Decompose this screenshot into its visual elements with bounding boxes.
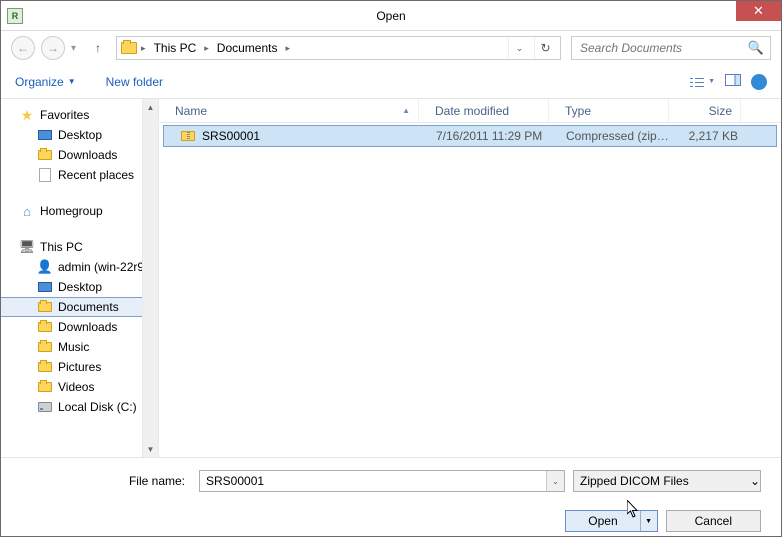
chevron-right-icon[interactable]: ▸ [141, 43, 146, 54]
tree-music[interactable]: Music [1, 337, 158, 357]
app-icon: R [7, 8, 23, 24]
nav-bar: ← → ▾ ↑ ▸ This PC ▸ Documents ▸ ⌄ ↻ 🔍 [1, 31, 781, 65]
tree-favorites[interactable]: ★Favorites [1, 105, 158, 125]
help-button[interactable]: ? [751, 74, 767, 90]
desktop-icon [37, 279, 53, 295]
address-bar[interactable]: ▸ This PC ▸ Documents ▸ ⌄ ↻ [116, 36, 561, 60]
computer-icon: 🖥 [19, 239, 35, 255]
tree-desktop2[interactable]: Desktop [1, 277, 158, 297]
column-type[interactable]: Type [549, 99, 669, 122]
chevron-right-icon[interactable]: ▸ [204, 43, 209, 54]
close-button[interactable]: ✕ [736, 1, 781, 21]
navigation-tree[interactable]: ★Favorites Desktop Downloads Recent plac… [1, 99, 159, 457]
folder-icon [37, 359, 53, 375]
search-input[interactable] [578, 40, 748, 56]
cell-type: Compressed (zipp... [550, 129, 670, 143]
tree-downloads2[interactable]: Downloads [1, 317, 158, 337]
homegroup-icon: ⌂ [19, 203, 35, 219]
title-bar: R Open ✕ [1, 1, 781, 31]
preview-pane-button[interactable] [725, 74, 741, 89]
chevron-right-icon[interactable]: ▸ [285, 43, 290, 54]
cancel-button[interactable]: Cancel [666, 510, 761, 532]
column-headers: Name▲ Date modified Type Size [159, 99, 781, 123]
filetype-combo[interactable]: Zipped DICOM Files ⌄ [573, 470, 761, 492]
folder-icon [37, 379, 53, 395]
chevron-down-icon: ▼ [68, 77, 76, 86]
column-name[interactable]: Name▲ [159, 99, 419, 122]
search-icon[interactable]: 🔍 [748, 40, 764, 56]
organize-button[interactable]: Organize▼ [15, 75, 76, 89]
folder-icon [37, 299, 53, 315]
tree-pictures[interactable]: Pictures [1, 357, 158, 377]
disk-icon [37, 399, 53, 415]
breadcrumb-thispc[interactable]: This PC [150, 41, 201, 55]
dialog-footer: File name: ⌄ Zipped DICOM Files ⌄ Open ▼… [1, 457, 781, 546]
cell-size: 2,217 KB [670, 129, 738, 143]
refresh-button[interactable]: ↻ [534, 37, 556, 59]
recent-icon [37, 167, 53, 183]
file-list[interactable]: Name▲ Date modified Type Size SRS00001 7… [159, 99, 781, 457]
filename-label: File name: [21, 474, 191, 488]
tree-thispc[interactable]: 🖥This PC [1, 237, 158, 257]
tree-downloads[interactable]: Downloads [1, 145, 158, 165]
folder-icon [121, 42, 137, 54]
tree-recent[interactable]: Recent places [1, 165, 158, 185]
window-title: Open [376, 9, 405, 23]
column-date[interactable]: Date modified [419, 99, 549, 122]
toolbar: Organize▼ New folder ▼ ? [1, 65, 781, 99]
folder-icon [37, 147, 53, 163]
back-button[interactable]: ← [11, 36, 35, 60]
tree-documents[interactable]: Documents [1, 297, 158, 317]
main-area: ★Favorites Desktop Downloads Recent plac… [1, 99, 781, 457]
view-options-button[interactable]: ▼ [689, 76, 715, 88]
tree-videos[interactable]: Videos [1, 377, 158, 397]
history-dropdown-icon[interactable]: ▾ [71, 43, 76, 54]
tree-scrollbar[interactable]: ▲ ▼ [142, 99, 158, 457]
breadcrumb-documents[interactable]: Documents [213, 41, 282, 55]
filename-dropdown-button[interactable]: ⌄ [546, 471, 564, 491]
user-icon: 👤 [37, 259, 53, 275]
zip-folder-icon [180, 128, 196, 144]
address-dropdown-icon[interactable]: ⌄ [508, 37, 530, 59]
scroll-up-icon[interactable]: ▲ [143, 99, 158, 115]
filetype-dropdown-button[interactable]: ⌄ [750, 474, 760, 488]
filename-input[interactable] [200, 474, 546, 488]
folder-icon [37, 319, 53, 335]
filetype-label: Zipped DICOM Files [574, 474, 750, 488]
open-dropdown-icon[interactable]: ▼ [641, 511, 657, 531]
tree-admin[interactable]: 👤admin (win-22r92… [1, 257, 158, 277]
filename-combo[interactable]: ⌄ [199, 470, 565, 492]
sort-indicator-icon: ▲ [402, 106, 410, 115]
star-icon: ★ [19, 107, 35, 123]
forward-button[interactable]: → [41, 36, 65, 60]
tree-localdisk[interactable]: Local Disk (C:) [1, 397, 158, 417]
tree-homegroup[interactable]: ⌂Homegroup [1, 201, 158, 221]
new-folder-button[interactable]: New folder [106, 75, 163, 89]
list-item[interactable]: SRS00001 7/16/2011 11:29 PM Compressed (… [163, 125, 777, 147]
cell-date: 7/16/2011 11:29 PM [420, 129, 550, 143]
cell-name: SRS00001 [164, 128, 420, 144]
up-button[interactable]: ↑ [88, 38, 108, 58]
folder-icon [37, 339, 53, 355]
scroll-down-icon[interactable]: ▼ [143, 441, 158, 457]
tree-desktop[interactable]: Desktop [1, 125, 158, 145]
open-button[interactable]: Open ▼ [565, 510, 657, 532]
column-size[interactable]: Size [669, 99, 741, 122]
search-box[interactable]: 🔍 [571, 36, 771, 60]
desktop-icon [37, 127, 53, 143]
